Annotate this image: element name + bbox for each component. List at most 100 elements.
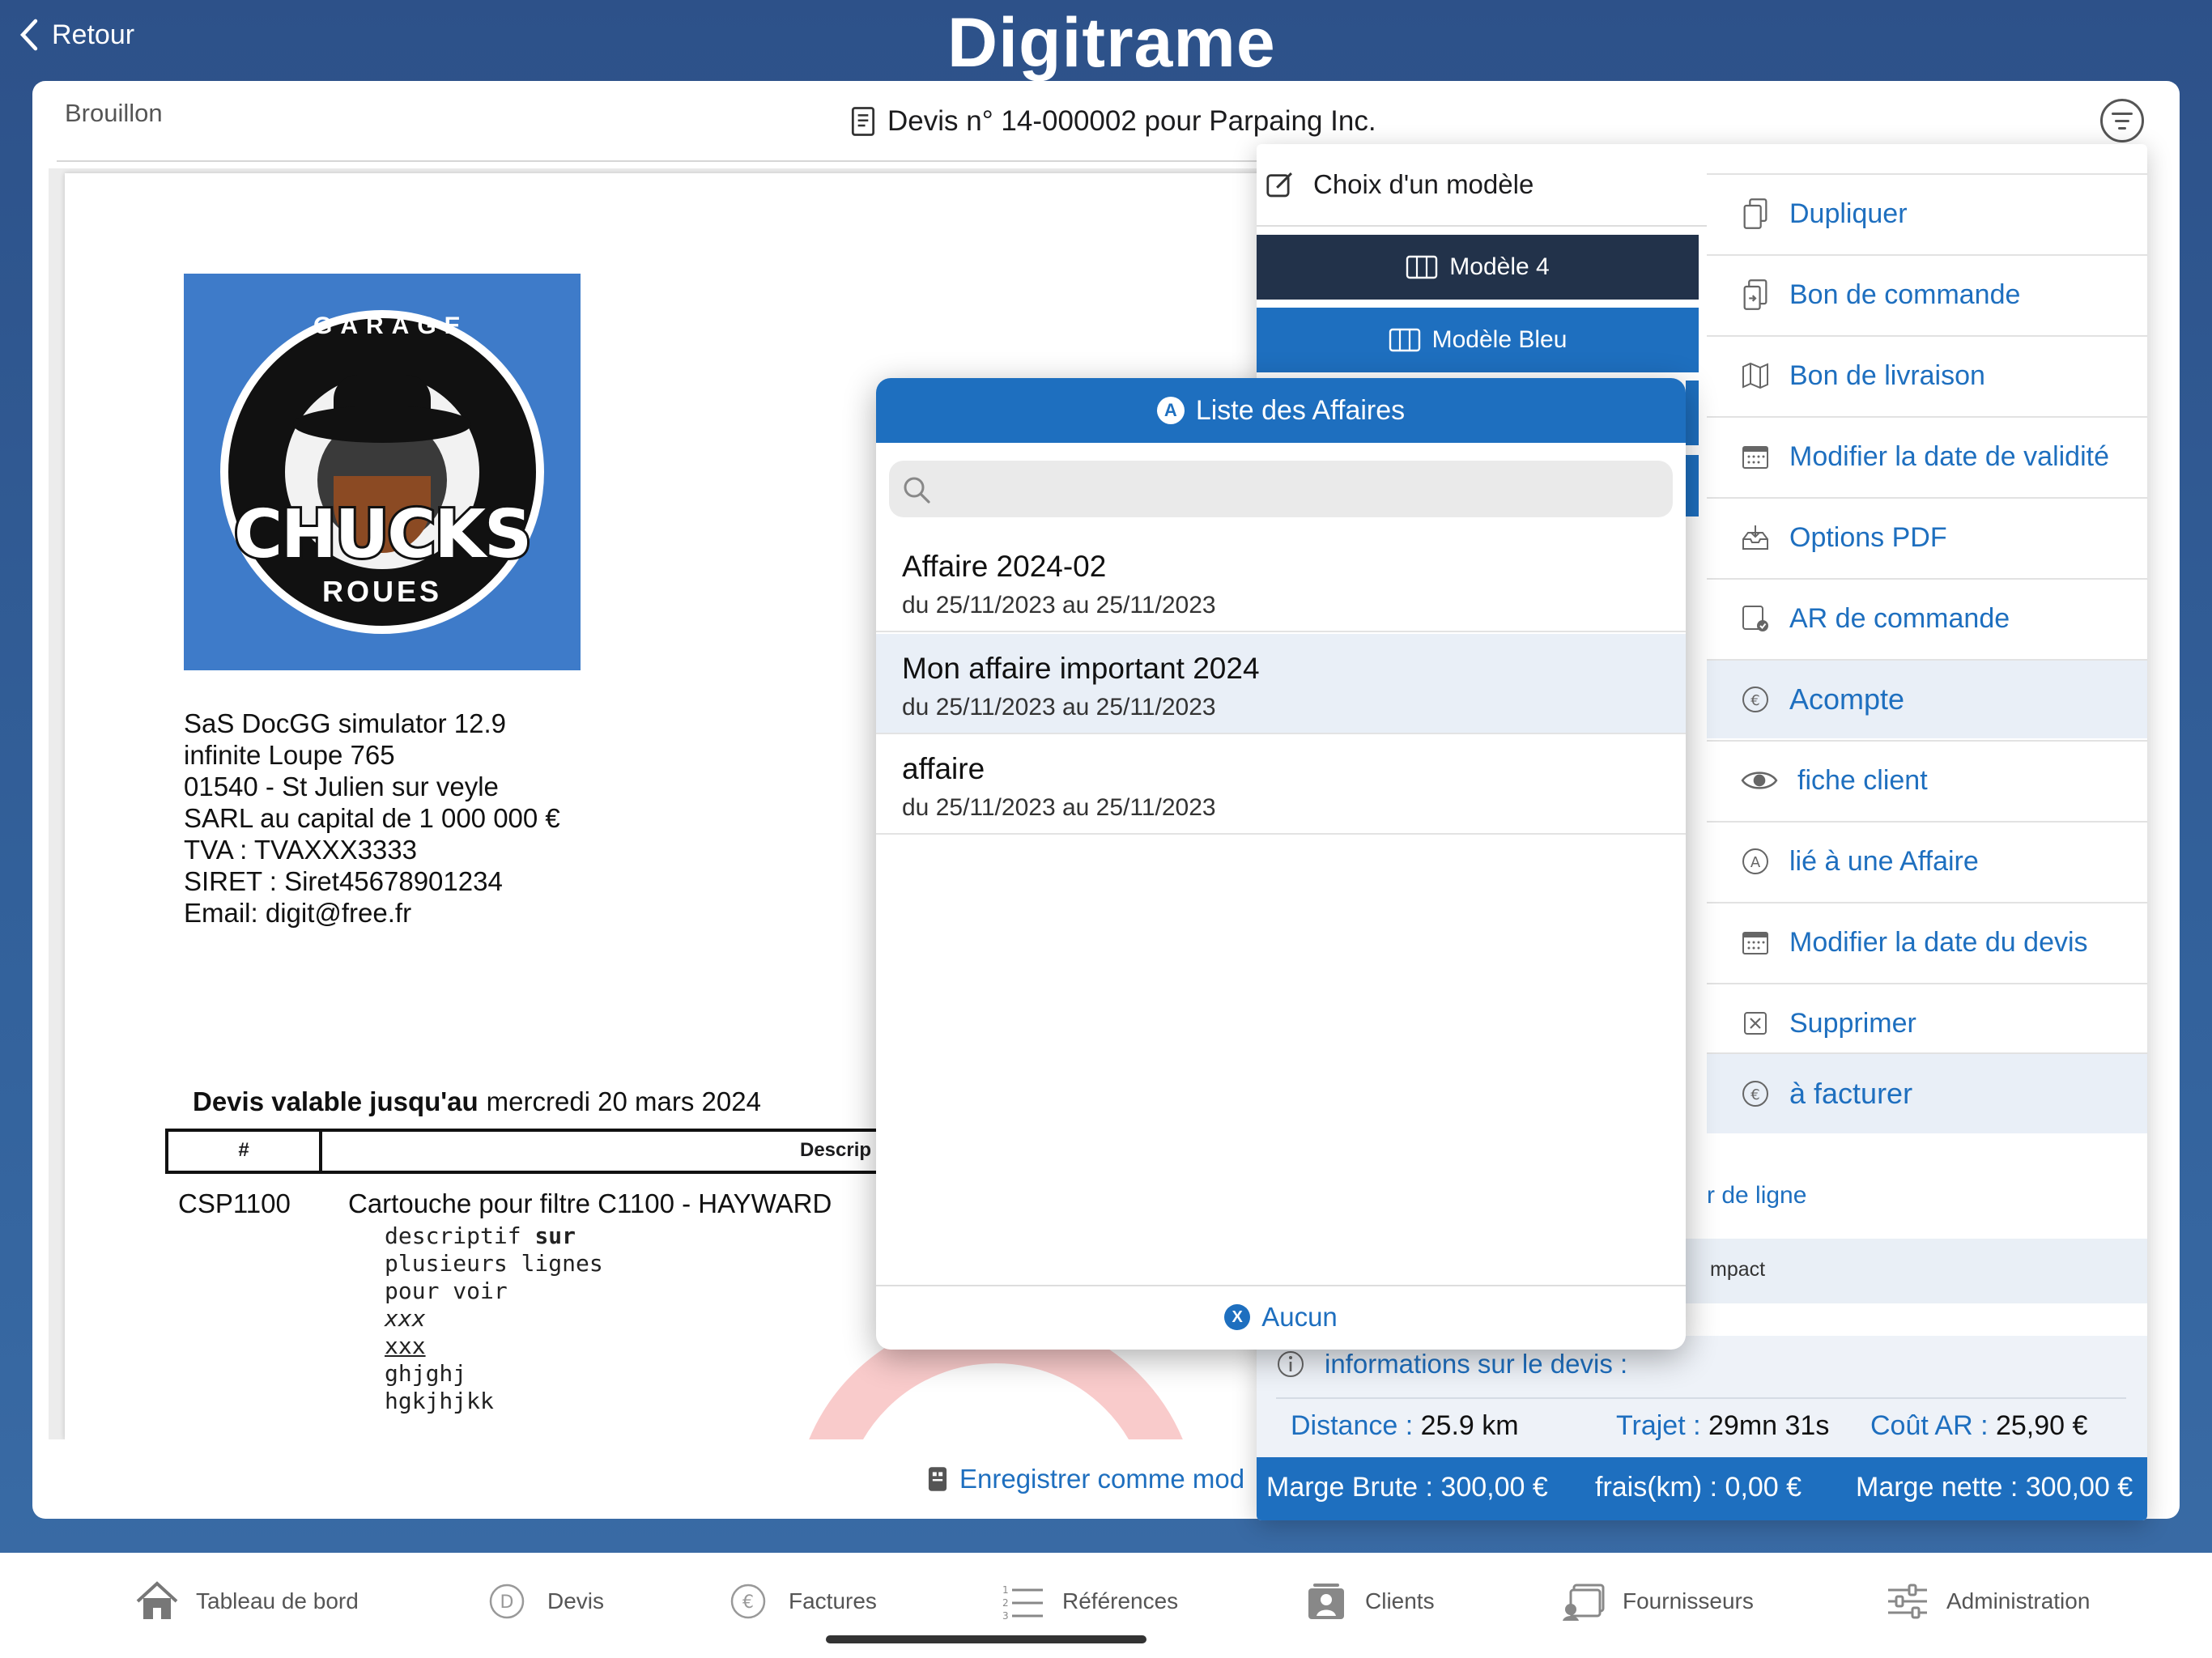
company-line: SIRET : Siret45678901234	[184, 866, 503, 896]
tab-fournisseurs[interactable]: Fournisseurs	[1561, 1577, 1754, 1626]
affaire-list-item[interactable]: Mon affaire important 2024 du 25/11/2023…	[876, 634, 1686, 734]
template-button-hidden[interactable]	[1686, 455, 1699, 517]
detail-line: ghjghj	[385, 1360, 467, 1387]
trajet-info: Trajet : 29mn 31s	[1616, 1410, 1829, 1442]
tab-tableau-de-bord[interactable]: Tableau de bord	[134, 1577, 359, 1626]
tab-label: Tableau de bord	[196, 1588, 359, 1613]
detail-line: pour voir	[385, 1278, 508, 1304]
save-as-template-button[interactable]: Enregistrer comme mod	[927, 1464, 1244, 1494]
action-a-facturer[interactable]: € à facturer	[1707, 1052, 2147, 1133]
action-label: lié à une Affaire	[1789, 845, 1979, 877]
company-line: infinite Loupe 765	[184, 740, 395, 770]
affaires-header: A Liste des Affaires	[876, 378, 1686, 443]
svg-text:1: 1	[1002, 1584, 1009, 1596]
menu-icon-line	[2115, 119, 2129, 122]
action-label: Supprimer	[1789, 1007, 1916, 1039]
edit-icon	[1266, 172, 1293, 198]
tab-factures[interactable]: € Factures	[727, 1577, 877, 1626]
action-label: à facturer	[1789, 1077, 1913, 1110]
divider	[876, 1285, 1686, 1286]
affaire-list-item[interactable]: affaire du 25/11/2023 au 25/11/2023	[876, 734, 1686, 835]
distance-value: 25.9 km	[1420, 1410, 1519, 1441]
segment-compact[interactable]: mpact	[1710, 1258, 1765, 1282]
clients-icon	[1308, 1584, 1344, 1619]
tab-label: Références	[1062, 1588, 1179, 1613]
save-as-template-label: Enregistrer comme mod	[959, 1464, 1245, 1494]
receipt-icon	[1742, 606, 1768, 631]
tab-label: Factures	[789, 1588, 877, 1613]
action-bon-de-livraison[interactable]: Bon de livraison	[1707, 335, 2147, 414]
back-label: Retour	[52, 19, 135, 50]
list-icon: 123	[1002, 1584, 1043, 1622]
svg-text:2: 2	[1002, 1597, 1009, 1609]
affaires-title: Liste des Affaires	[1195, 394, 1406, 426]
action-label: Modifier la date de validité	[1789, 440, 2110, 472]
action-label: Modifier la date du devis	[1789, 926, 2088, 958]
detail-line: xxx	[385, 1305, 426, 1332]
cout-info: Coût AR : 25,90 €	[1870, 1410, 2087, 1442]
euro-icon: €	[730, 1584, 766, 1619]
trajet-label: Trajet :	[1616, 1410, 1701, 1441]
divider	[57, 160, 1263, 162]
column-header-description: Descrip	[800, 1139, 872, 1161]
tab-label: Administration	[1946, 1588, 2091, 1613]
row-details: descriptif sur plusieurs lignes pour voi…	[385, 1222, 603, 1415]
tab-label: Fournisseurs	[1623, 1588, 1754, 1613]
quote-info-label: informations sur le devis :	[1325, 1349, 1628, 1379]
line-size-segmented-control[interactable]: mpact large	[1613, 1239, 2147, 1303]
page-title: Devis n° 14-000002 pour Parpaing Inc.	[850, 105, 1376, 138]
affaire-dates: du 25/11/2023 au 25/11/2023	[902, 694, 1216, 721]
svg-text:€: €	[1750, 1086, 1759, 1103]
document-title-text: Devis n° 14-000002 pour Parpaing Inc.	[887, 105, 1376, 137]
quote-info-panel: informations sur le devis : Distance : 2…	[1257, 1336, 2147, 1457]
cout-value: 25,90 €	[1995, 1410, 2088, 1441]
row-reference: CSP1100	[178, 1188, 291, 1218]
action-label: Bon de commande	[1789, 278, 2021, 310]
sliders-icon	[1888, 1584, 1927, 1619]
column-header-number: #	[168, 1132, 322, 1171]
home-indicator[interactable]	[826, 1635, 1146, 1643]
validity-date: mercredi 20 mars 2024	[486, 1086, 761, 1116]
tab-administration[interactable]: Administration	[1885, 1577, 2090, 1626]
template-button-modele-4[interactable]: Modèle 4	[1257, 235, 1699, 300]
logo-main-text: CHUCKS	[232, 494, 534, 576]
action-lie-affaire[interactable]: A lié à une Affaire	[1707, 821, 2147, 900]
action-modifier-date-devis[interactable]: Modifier la date du devis	[1707, 902, 2147, 981]
action-dupliquer[interactable]: Dupliquer	[1707, 173, 2147, 253]
company-line: SARL au capital de 1 000 000 €	[184, 803, 560, 833]
affaire-list-item[interactable]: Affaire 2024-02 du 25/11/2023 au 25/11/2…	[876, 532, 1686, 632]
document-icon	[851, 107, 875, 136]
menu-button[interactable]	[2100, 99, 2144, 142]
action-ar-de-commande[interactable]: AR de commande	[1707, 578, 2147, 657]
line-options-label: r de ligne	[1707, 1182, 1807, 1209]
tab-devis[interactable]: D Devis	[486, 1577, 604, 1626]
cout-label: Coût AR :	[1870, 1410, 1989, 1441]
template-button-hidden[interactable]	[1686, 380, 1699, 445]
aucun-button[interactable]: X Aucun	[876, 1293, 1686, 1341]
action-supprimer[interactable]: Supprimer	[1707, 983, 2147, 1062]
svg-text:€: €	[742, 1592, 754, 1613]
action-label: AR de commande	[1789, 602, 2010, 634]
detail-bold: sur	[534, 1222, 576, 1249]
affaires-popover: A Liste des Affaires Affaire 2024-02 du …	[876, 378, 1686, 1350]
company-line: SaS DocGG simulator 12.9	[184, 708, 506, 738]
margin-summary-bar: Marge Brute : 300,00 € frais(km) : 0,00 …	[1257, 1457, 2147, 1520]
detail-line: xxx	[385, 1333, 426, 1359]
calendar-icon	[1742, 932, 1768, 954]
tab-label: Clients	[1365, 1588, 1435, 1613]
template-button-modele-bleu[interactable]: Modèle Bleu	[1257, 308, 1699, 372]
company-line: Email: digit@free.fr	[184, 898, 412, 928]
action-bon-de-commande[interactable]: Bon de commande	[1707, 254, 2147, 334]
action-label: Bon de livraison	[1789, 359, 1985, 391]
action-fiche-client[interactable]: fiche client	[1707, 740, 2147, 819]
tab-references[interactable]: 123 Références	[1001, 1577, 1178, 1626]
back-button[interactable]: Retour	[18, 18, 134, 52]
action-modifier-date-validite[interactable]: Modifier la date de validité	[1707, 416, 2147, 495]
affaire-badge-icon: A	[1156, 397, 1185, 424]
action-acompte[interactable]: € Acompte	[1707, 659, 2147, 738]
action-options-pdf[interactable]: Options PDF	[1707, 497, 2147, 576]
tab-clients[interactable]: Clients	[1304, 1577, 1435, 1626]
suppliers-icon	[1563, 1584, 1605, 1621]
affaires-search-input[interactable]	[889, 461, 1673, 517]
svg-text:€: €	[1750, 692, 1759, 709]
